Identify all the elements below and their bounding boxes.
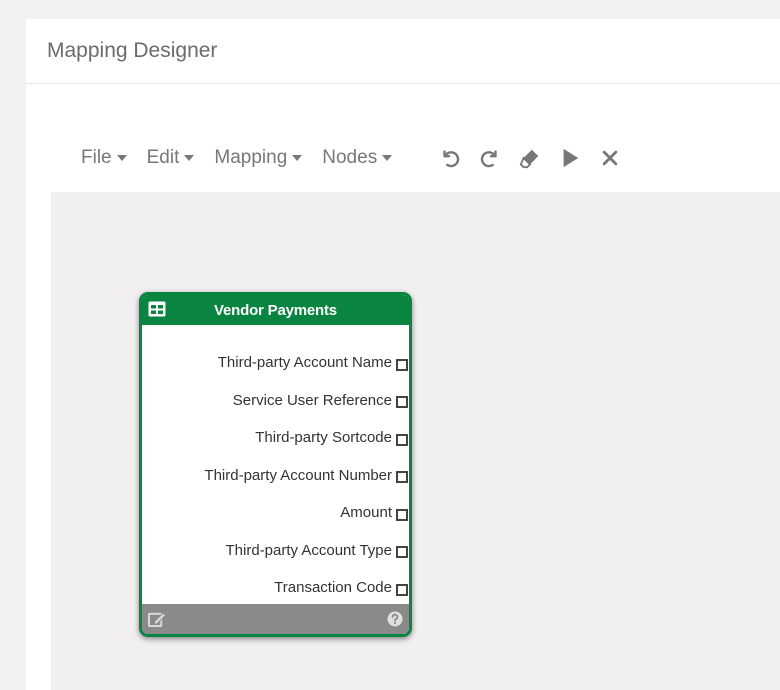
field-label: Amount <box>340 504 392 522</box>
mapping-designer-panel: Mapping Designer File Edit Mapping Nodes <box>26 19 780 690</box>
tool-icons <box>430 142 630 174</box>
undo-icon <box>443 150 460 168</box>
menu-mapping[interactable]: Mapping <box>214 147 303 169</box>
output-port[interactable] <box>396 358 408 371</box>
menu-edit-label: Edit <box>146 147 180 168</box>
toolbar: File Edit Mapping Nodes <box>81 142 630 174</box>
close-icon <box>602 150 618 166</box>
menu-mapping-label: Mapping <box>214 147 288 168</box>
node-vendor-payments[interactable]: Vendor Payments Third-party Account Name… <box>139 292 412 637</box>
field-row: Third-party Account Name <box>142 344 409 382</box>
mapping-canvas[interactable]: Vendor Payments Third-party Account Name… <box>51 192 780 690</box>
output-port[interactable] <box>396 433 408 446</box>
field-row: Amount <box>142 494 409 532</box>
field-label: Transaction Code <box>274 579 392 597</box>
node-fields: Third-party Account Name Service User Re… <box>142 325 409 607</box>
field-label: Third-party Account Name <box>217 354 392 372</box>
node-header[interactable]: Vendor Payments <box>142 295 409 325</box>
table-icon <box>148 301 166 317</box>
output-port[interactable] <box>396 546 408 559</box>
redo-icon <box>481 150 497 168</box>
menu-file-label: File <box>81 147 112 168</box>
field-label: Third-party Sortcode <box>255 429 392 447</box>
eraser-button[interactable] <box>510 142 550 174</box>
node-title: Vendor Payments <box>214 301 337 319</box>
menu-nodes[interactable]: Nodes <box>322 147 393 169</box>
menu-edit[interactable]: Edit <box>147 147 195 169</box>
field-label: Third-party Account Number <box>204 466 392 484</box>
field-row: Third-party Account Number <box>142 457 409 495</box>
menu-nodes-label: Nodes <box>322 147 378 168</box>
clear-button[interactable] <box>590 142 630 174</box>
caret-down-icon <box>292 155 303 161</box>
play-icon <box>563 148 579 168</box>
field-row: Transaction Code <box>142 569 409 607</box>
page-title: Mapping Designer <box>47 39 218 62</box>
eraser-icon <box>519 149 539 169</box>
field-label: Service User Reference <box>232 391 392 409</box>
node-footer <box>142 604 409 634</box>
caret-down-icon <box>184 155 195 161</box>
field-row: Service User Reference <box>142 382 409 420</box>
caret-down-icon <box>116 155 127 161</box>
undo-button[interactable] <box>430 142 470 174</box>
help-icon[interactable] <box>387 611 403 627</box>
caret-down-icon <box>382 155 393 161</box>
output-port[interactable] <box>396 583 408 596</box>
menu-file[interactable]: File <box>81 147 127 169</box>
field-label: Third-party Account Type <box>225 541 392 559</box>
field-row: Third-party Account Type <box>142 532 409 570</box>
edit-icon[interactable] <box>148 611 167 628</box>
panel-header: Mapping Designer <box>26 19 780 84</box>
output-port[interactable] <box>396 471 408 484</box>
run-button[interactable] <box>550 142 590 174</box>
field-row: Third-party Sortcode <box>142 419 409 457</box>
redo-button[interactable] <box>470 142 510 174</box>
output-port[interactable] <box>396 396 408 409</box>
output-port[interactable] <box>396 508 408 521</box>
